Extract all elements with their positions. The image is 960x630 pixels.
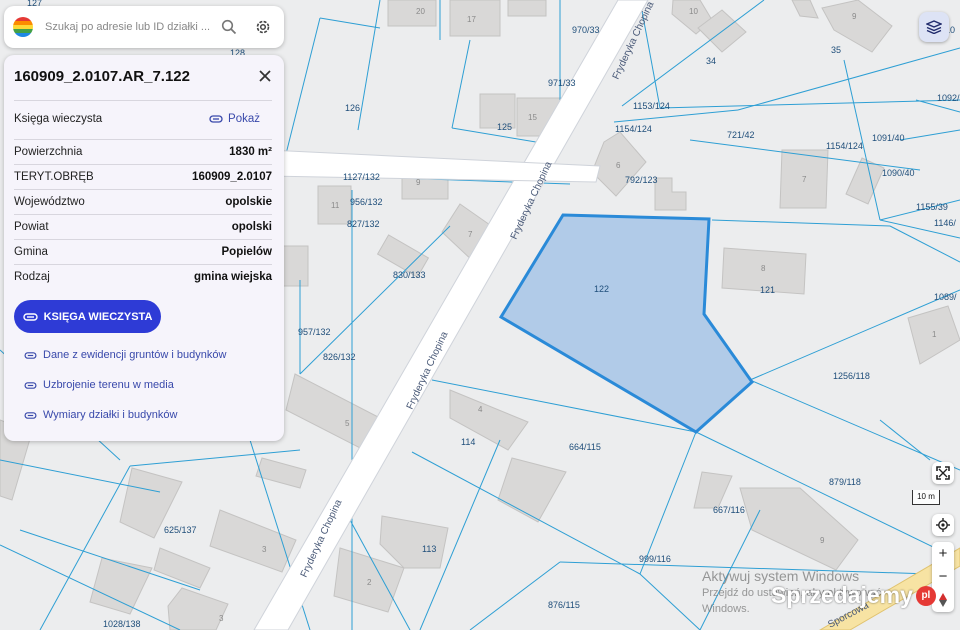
app-logo[interactable] bbox=[13, 17, 33, 37]
search-icon[interactable] bbox=[217, 15, 241, 39]
svg-text:35: 35 bbox=[831, 45, 841, 55]
svg-text:9: 9 bbox=[820, 536, 825, 545]
svg-text:1: 1 bbox=[932, 330, 937, 339]
detail-row: Rodzaj gmina wiejska bbox=[14, 271, 272, 283]
svg-text:17: 17 bbox=[467, 15, 476, 24]
svg-text:970/33: 970/33 bbox=[572, 25, 600, 35]
svg-text:1146/: 1146/ bbox=[934, 218, 956, 228]
detail-row: TERYT.OBRĘB 160909_2.0107 bbox=[14, 171, 272, 183]
svg-text:625/137: 625/137 bbox=[164, 525, 197, 535]
svg-text:1127/132: 1127/132 bbox=[343, 172, 380, 182]
svg-text:7: 7 bbox=[802, 175, 807, 184]
dimensions-link[interactable]: Wymiary działki i budynków bbox=[24, 409, 177, 421]
svg-text:792/123: 792/123 bbox=[625, 175, 658, 185]
svg-text:664/115: 664/115 bbox=[569, 442, 601, 452]
svg-text:957/132: 957/132 bbox=[298, 327, 331, 337]
svg-text:827/132: 827/132 bbox=[347, 219, 380, 229]
sprzedajemy-watermark: Sprzedajemy pl bbox=[771, 582, 936, 609]
svg-text:34: 34 bbox=[706, 56, 716, 66]
svg-text:9: 9 bbox=[416, 178, 421, 187]
link-icon bbox=[22, 312, 38, 321]
link-icon bbox=[209, 115, 223, 123]
svg-text:4: 4 bbox=[478, 405, 483, 414]
svg-text:1154/124: 1154/124 bbox=[826, 141, 863, 151]
svg-text:7: 7 bbox=[468, 230, 473, 239]
svg-text:15: 15 bbox=[528, 113, 537, 122]
svg-text:11: 11 bbox=[331, 201, 340, 210]
show-land-register-link[interactable]: Pokaż bbox=[209, 113, 260, 125]
search-input[interactable] bbox=[43, 20, 217, 34]
svg-text:999/116: 999/116 bbox=[639, 554, 671, 564]
svg-text:1092/: 1092/ bbox=[937, 93, 960, 103]
scale-bar: 10 m bbox=[912, 490, 940, 505]
link-icon bbox=[24, 411, 37, 419]
land-register-label: Księga wieczysta bbox=[14, 113, 103, 125]
detail-row: Powierzchnia 1830 m² bbox=[14, 146, 272, 158]
svg-text:2: 2 bbox=[367, 578, 372, 587]
svg-text:721/42: 721/42 bbox=[727, 130, 755, 140]
svg-text:1256/118: 1256/118 bbox=[833, 371, 870, 381]
link-icon bbox=[24, 351, 37, 359]
svg-text:9: 9 bbox=[852, 12, 857, 21]
crosshair-icon bbox=[936, 518, 950, 532]
svg-text:879/118: 879/118 bbox=[829, 477, 861, 487]
brand-badge: pl bbox=[915, 585, 936, 606]
svg-text:6: 6 bbox=[616, 161, 621, 170]
detail-row: Województwo opolskie bbox=[14, 196, 272, 208]
close-icon[interactable] bbox=[256, 67, 274, 85]
svg-text:1089/: 1089/ bbox=[934, 292, 957, 302]
utilities-link[interactable]: Uzbrojenie terenu w media bbox=[24, 379, 174, 391]
search-bar bbox=[4, 6, 284, 48]
svg-text:876/115: 876/115 bbox=[548, 600, 580, 610]
divider bbox=[14, 100, 272, 101]
locate-button[interactable] bbox=[932, 514, 954, 536]
detail-row: Gmina Popielów bbox=[14, 246, 272, 258]
detail-row: Powiat opolski bbox=[14, 221, 272, 233]
land-register-button[interactable]: KSIĘGA WIECZYSTA bbox=[14, 300, 161, 333]
svg-text:126: 126 bbox=[345, 103, 360, 113]
svg-text:125: 125 bbox=[497, 122, 512, 132]
svg-text:8: 8 bbox=[761, 264, 766, 273]
layers-icon bbox=[926, 20, 942, 34]
svg-text:3: 3 bbox=[219, 614, 224, 623]
parcel-info-panel: 160909_2.0107.AR_7.122 Księga wieczysta … bbox=[4, 55, 284, 441]
layers-button[interactable] bbox=[919, 12, 949, 42]
svg-text:122: 122 bbox=[594, 284, 609, 294]
parcel-id-title: 160909_2.0107.AR_7.122 bbox=[14, 68, 190, 85]
svg-text:20: 20 bbox=[416, 7, 425, 16]
svg-text:10: 10 bbox=[689, 7, 698, 16]
svg-text:113: 113 bbox=[422, 544, 436, 554]
svg-text:114: 114 bbox=[461, 437, 475, 447]
svg-text:971/33: 971/33 bbox=[548, 78, 576, 88]
fullscreen-button[interactable] bbox=[932, 462, 954, 484]
svg-text:121: 121 bbox=[760, 285, 775, 295]
fullscreen-icon bbox=[936, 466, 950, 480]
svg-text:956/132: 956/132 bbox=[350, 197, 383, 207]
land-register-row: Księga wieczysta Pokaż bbox=[14, 107, 272, 131]
svg-text:3: 3 bbox=[262, 545, 267, 554]
svg-text:1028/138: 1028/138 bbox=[103, 619, 141, 629]
zoom-in-button[interactable]: + bbox=[932, 542, 954, 565]
svg-text:1090/40: 1090/40 bbox=[882, 168, 915, 178]
svg-text:1154/124: 1154/124 bbox=[615, 124, 652, 134]
svg-text:1153/124: 1153/124 bbox=[633, 101, 670, 111]
svg-text:1091/40: 1091/40 bbox=[872, 133, 905, 143]
gear-icon[interactable] bbox=[251, 15, 275, 39]
svg-text:667/116: 667/116 bbox=[713, 505, 745, 515]
link-icon bbox=[24, 381, 37, 389]
svg-text:5: 5 bbox=[345, 419, 350, 428]
svg-text:830/133: 830/133 bbox=[393, 270, 426, 280]
svg-text:1155/39: 1155/39 bbox=[916, 202, 948, 212]
svg-text:826/132: 826/132 bbox=[323, 352, 356, 362]
registry-data-link[interactable]: Dane z ewidencji gruntów i budynków bbox=[24, 349, 226, 361]
